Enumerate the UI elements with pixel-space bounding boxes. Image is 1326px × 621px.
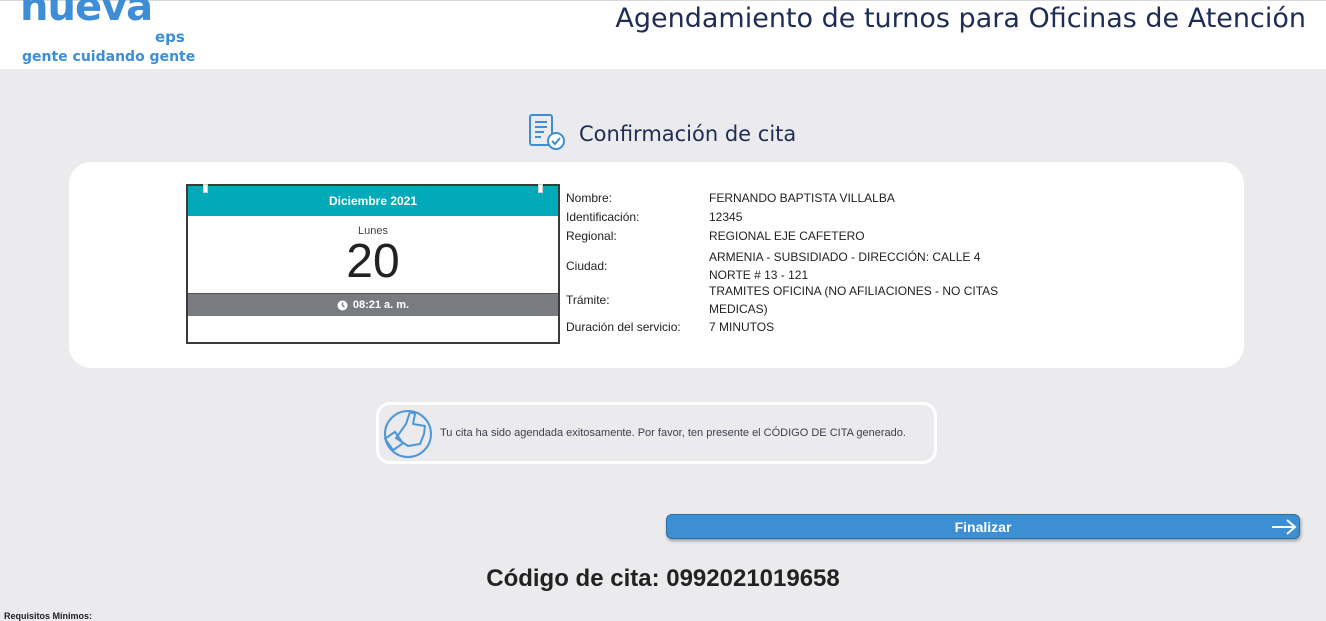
appointment-code: Código de cita: 0992021019658 xyxy=(486,565,840,592)
calendar-ring-left xyxy=(203,184,208,193)
regional-value: REGIONAL EJE CAFETERO xyxy=(709,229,865,243)
logo-wordmark: nueva xyxy=(20,0,153,30)
city-label: Ciudad: xyxy=(566,259,608,273)
finish-button[interactable]: Finalizar xyxy=(666,514,1300,539)
document-check-icon xyxy=(527,113,567,156)
success-notice: Tu cita ha sido agendada exitosamente. P… xyxy=(376,402,937,464)
calendar-day: 20 xyxy=(346,235,400,288)
regional-label: Regional: xyxy=(566,229,617,243)
section-header: Confirmación de cita xyxy=(527,113,797,156)
arrow-right-icon xyxy=(1272,519,1297,535)
calendar-widget: Diciembre 2021 Lunes 20 08:21 a. m. xyxy=(186,184,560,344)
procedure-value: TRAMITES OFICINA (NO AFILIACIONES - NO C… xyxy=(709,284,999,316)
logo-tagline: gente cuidando gente xyxy=(22,49,196,65)
clock-icon xyxy=(337,300,348,310)
id-value: 12345 xyxy=(709,210,743,224)
finish-button-label: Finalizar xyxy=(954,518,1012,535)
notice-message: Tu cita ha sido agendada exitosamente. P… xyxy=(440,427,906,439)
name-value: FERNANDO BAPTISTA VILLALBA xyxy=(709,191,895,205)
section-title: Confirmación de cita xyxy=(579,122,797,146)
calendar-time-bar: 08:21 a. m. xyxy=(188,293,558,316)
calendar-ring-right xyxy=(538,184,543,193)
requirements-label: Requisitos Mínimos: xyxy=(4,611,93,621)
top-header: nueva eps gente cuidando gente Agendamie… xyxy=(0,0,1326,69)
duration-label: Duración del servicio: xyxy=(566,320,681,334)
city-value: ARMENIA - SUBSIDIADO - DIRECCIÓN: CALLE … xyxy=(709,250,981,282)
page-title: Agendamiento de turnos para Oficinas de … xyxy=(615,3,1306,34)
duration-value: 7 MINUTOS xyxy=(709,320,775,334)
thumbs-up-icon xyxy=(382,404,436,463)
logo-eps: eps xyxy=(155,28,185,46)
name-label: Nombre: xyxy=(566,191,613,205)
appointment-card: Diciembre 2021 Lunes 20 08:21 a. m. Nomb… xyxy=(69,162,1244,368)
id-label: Identificación: xyxy=(566,210,640,224)
calendar-month: Diciembre 2021 xyxy=(188,186,558,216)
calendar-time: 08:21 a. m. xyxy=(352,299,410,311)
procedure-label: Trámite: xyxy=(566,293,610,307)
